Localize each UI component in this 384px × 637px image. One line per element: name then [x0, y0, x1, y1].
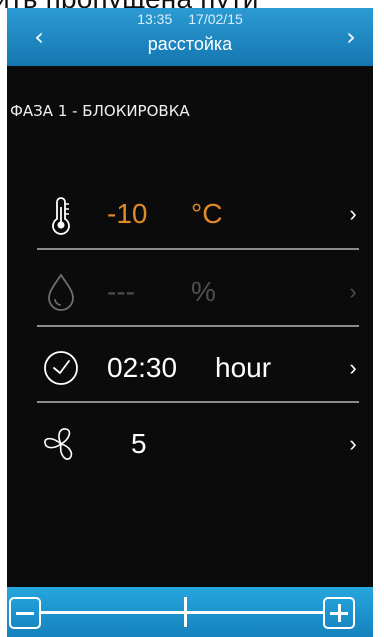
temperature-value: -10 — [107, 198, 148, 229]
phase-label: ФАЗА 1 - БЛОКИРОВКА — [10, 102, 190, 120]
value-adjust-bar — [7, 587, 373, 637]
temperature-unit: °C — [191, 198, 223, 229]
row-divider — [37, 248, 359, 250]
top-navigation-bar: ‹ 13:35 17/02/15 расстойка › — [7, 8, 373, 66]
increase-button[interactable] — [323, 597, 355, 629]
humidity-row: --- % › — [31, 262, 357, 322]
minus-icon — [16, 612, 34, 615]
humidity-chevron-icon: › — [349, 279, 357, 304]
row-divider — [37, 401, 359, 403]
value-slider-thumb[interactable] — [183, 597, 187, 627]
temperature-row[interactable]: -10 °C › — [31, 184, 357, 244]
humidity-drop-icon — [39, 270, 83, 314]
decrease-button[interactable] — [9, 597, 41, 629]
fan-row[interactable]: 5 › — [31, 414, 357, 474]
value-slider-track[interactable] — [41, 611, 323, 614]
fan-speed-value: 5 — [131, 428, 147, 459]
next-program-button[interactable]: › — [339, 22, 363, 52]
time-unit: hour — [215, 352, 272, 383]
current-date: 17/02/15 — [188, 11, 243, 27]
temperature-chevron-icon[interactable]: › — [343, 198, 363, 230]
row-divider — [37, 325, 359, 327]
time-chevron-icon[interactable]: › — [343, 352, 363, 384]
oven-control-screen: ‹ 13:35 17/02/15 расстойка › ФАЗА 1 - БЛО… — [7, 8, 373, 637]
clock-icon — [39, 346, 83, 390]
thermometer-icon — [39, 192, 83, 236]
fan-icon — [39, 422, 83, 466]
humidity-unit: % — [191, 276, 216, 307]
humidity-value: --- — [107, 276, 135, 307]
plus-icon — [338, 604, 341, 622]
fan-chevron-icon[interactable]: › — [343, 428, 363, 460]
time-row[interactable]: 02:30 hour › — [31, 338, 357, 398]
program-title: расстойка — [147, 34, 233, 54]
clock-time: 13:35 — [137, 11, 173, 27]
time-value: 02:30 — [107, 352, 178, 383]
date-time-display: 13:35 17/02/15 — [7, 11, 373, 27]
